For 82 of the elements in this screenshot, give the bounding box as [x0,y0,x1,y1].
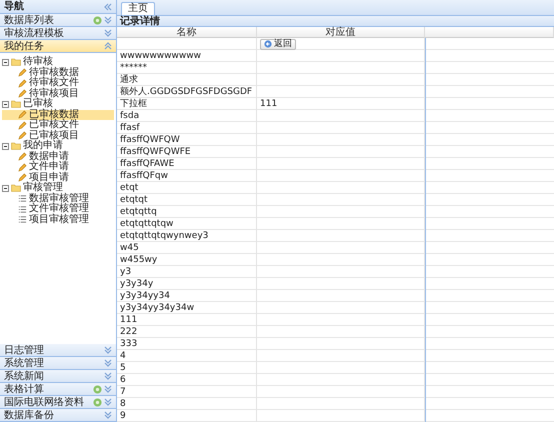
table-cell-text: y3y34yy34y34w [119,302,196,314]
expand-icon[interactable] [104,346,112,354]
list-icon [18,204,27,214]
table-cell-text: 额外人.GGDGSDFGSFDGSGDF [119,86,254,98]
panel-header[interactable]: 数据库列表 [0,14,116,27]
column-header: 对应值 [257,27,425,38]
panel-title: 记录详情 [120,16,160,27]
table-cell-text: 6 [119,374,127,386]
panel-header[interactable]: 系统管理 [0,357,116,370]
back-arrow-icon [264,40,272,48]
expand-icon[interactable] [104,398,112,406]
table-cell-text: y3y34y [119,278,154,290]
table-cell-text: etqt [119,182,140,194]
panel-header[interactable]: 审核流程模板 [0,27,116,40]
panel-header[interactable]: 日志管理 [0,344,116,357]
folder-icon [11,142,21,150]
table-cell-text: 111 [119,314,138,326]
back-button[interactable]: 返回 [260,38,296,50]
tree-item[interactable]: 已审核项目 [29,130,79,141]
collapse-icon[interactable] [2,58,9,66]
table-cell-text: etqtqt [119,194,149,206]
table-cell-text: ffasf [119,122,141,134]
expand-icon[interactable] [104,411,112,419]
panel-header[interactable]: 我的任务 [0,40,116,53]
folder-icon [11,58,21,66]
tree-item[interactable]: 待审核项目 [29,88,79,99]
tree-item[interactable]: 待审核文件 [29,78,79,88]
panel-header[interactable]: 数据库备份 [0,409,116,422]
collapse-icon[interactable] [2,184,9,192]
panel-header[interactable]: 表格计算 [0,383,116,396]
gear-icon[interactable] [93,16,102,24]
table-cell-text: ffasffQFAWE [119,158,176,170]
tree-item[interactable]: 文件申请 [29,162,69,172]
table-cell-text: etqtqttqtqw [119,218,174,230]
table-cell-text: fsda [119,110,140,122]
list-icon [18,215,27,224]
table-cell-text: 7 [119,386,127,398]
collapse-icon[interactable] [2,100,9,108]
table-cell-text: ffasffQWFQW [119,134,181,146]
tab[interactable]: 主页 [121,2,155,15]
table-cell-text: 通求 [119,74,139,86]
list-icon [18,194,27,204]
tree-folder[interactable]: 审核管理 [23,183,63,194]
table-cell-text: etqtqttqtqwynwey3 [119,230,210,242]
tree-item[interactable]: 文件审核管理 [29,204,89,214]
table-cell-text: w455wy [119,254,158,266]
tree-folder[interactable]: 已审核 [23,99,53,110]
column-header: 名称 [117,27,257,38]
tree-item[interactable]: 已审核文件 [29,120,79,130]
collapse-icon[interactable] [2,142,9,150]
table-cell-text: ffasffQWFQWFE [119,146,192,158]
expand-icon[interactable] [104,16,112,24]
tree-item[interactable]: 项目申请 [29,172,69,183]
panel-header[interactable]: 系统新闻 [0,370,116,383]
table-cell-text: 222 [119,326,138,338]
tree-item[interactable]: 数据审核管理 [29,194,89,204]
table-cell-text: 8 [119,398,127,410]
sidebar-title: 导航 [4,0,24,14]
table-cell-text: ****** [119,62,148,74]
panel-header[interactable]: 国际电联网络资料 [0,396,116,409]
folder-icon [11,184,21,192]
table-cell-text: 333 [119,338,138,350]
expand-icon[interactable] [104,372,112,380]
table-cell-text: 下拉框 [119,98,148,110]
tree-item[interactable]: 项目审核管理 [29,214,89,225]
table-cell-text: y3 [119,266,132,278]
table-cell-text: y3y34yy34 [119,290,171,302]
tree-folder[interactable]: 我的申请 [23,141,63,152]
table-cell-text: wwwwwwwwwww [119,50,202,62]
tree-folder[interactable]: 待审核 [23,57,53,68]
tree-item[interactable]: 待审核数据 [29,68,79,78]
table-cell-text: etqtqttq [119,206,158,218]
table-cell-text: ffasffQFqw [119,170,169,182]
table-cell-text: 9 [119,410,127,422]
table-cell-text: 5 [119,362,127,374]
expand-icon[interactable] [104,385,112,393]
expand-icon[interactable] [104,359,112,367]
table-cell-text: 111 [259,98,278,110]
table-cell-text: 4 [119,350,127,362]
expand-icon[interactable] [104,29,112,37]
table-cell-text: w45 [119,242,140,254]
tree-item[interactable]: 数据申请 [29,152,69,162]
